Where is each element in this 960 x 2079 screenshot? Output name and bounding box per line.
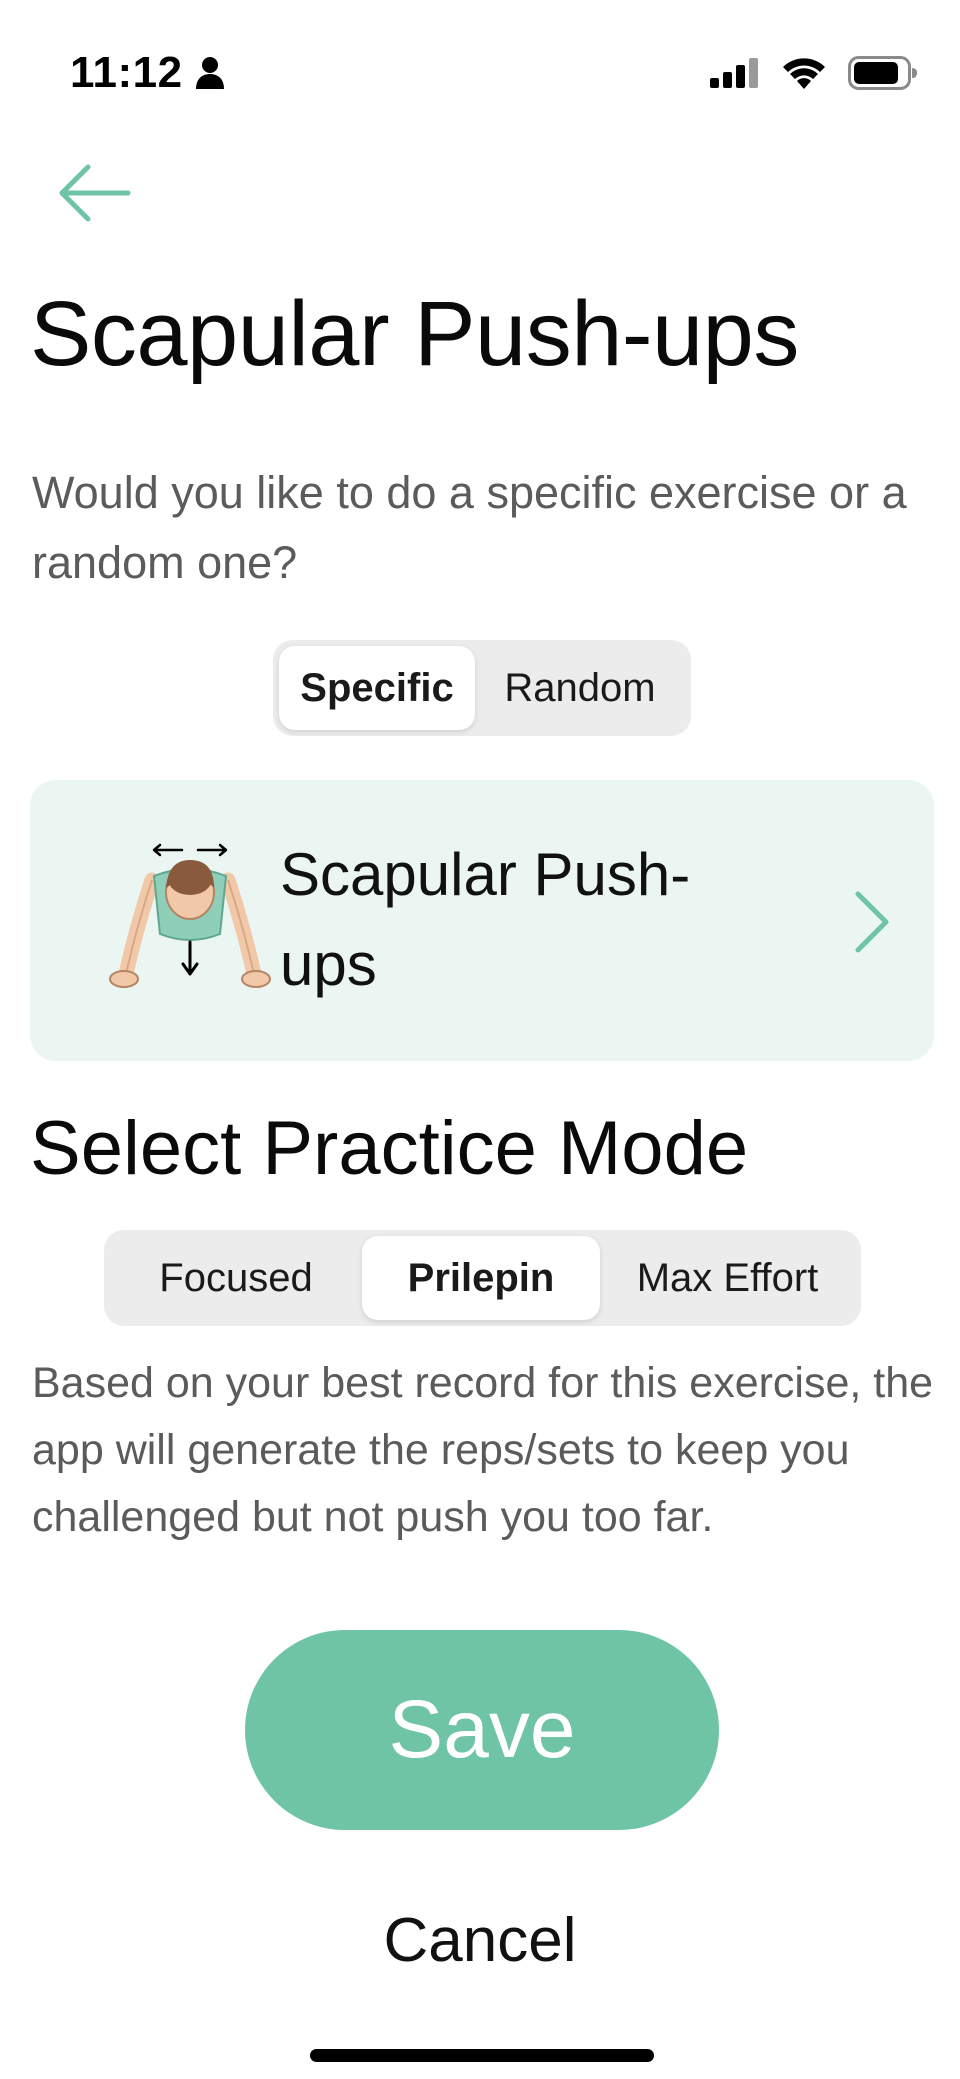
segment-prilepin[interactable]: Prilepin xyxy=(362,1236,600,1320)
scapular-pushup-illustration xyxy=(109,843,271,988)
home-indicator xyxy=(310,2049,654,2062)
back-button[interactable] xyxy=(54,160,134,226)
segment-focused[interactable]: Focused xyxy=(110,1236,362,1320)
wifi-icon xyxy=(783,58,825,89)
battery-icon xyxy=(848,56,917,90)
cancel-button[interactable]: Cancel xyxy=(330,1895,630,1985)
status-time-group: 11:12 xyxy=(70,48,225,98)
status-bar: 11:12 xyxy=(0,0,960,140)
page-title: Scapular Push-ups xyxy=(30,283,799,385)
arrow-left-icon xyxy=(59,164,131,222)
segment-random[interactable]: Random xyxy=(475,646,685,730)
practice-mode-heading: Select Practice Mode xyxy=(30,1106,749,1191)
person-icon xyxy=(195,57,224,89)
practice-mode-description: Based on your best record for this exerc… xyxy=(32,1359,934,1541)
save-button[interactable]: Save xyxy=(245,1630,719,1830)
exercise-card[interactable]: Scapular Push-ups xyxy=(30,780,934,1061)
exercise-name: Scapular Push-ups xyxy=(280,841,691,998)
status-icons xyxy=(710,56,918,90)
segment-max-effort[interactable]: Max Effort xyxy=(600,1236,855,1320)
chevron-right-icon xyxy=(855,891,889,953)
practice-mode-segmented-control: Focused Prilepin Max Effort xyxy=(104,1230,861,1326)
exercise-choice-segmented-control: Specific Random xyxy=(273,640,691,736)
exercise-choice-question: Would you like to do a specific exercise… xyxy=(32,467,907,588)
status-time: 11:12 xyxy=(70,48,183,97)
cellular-signal-icon xyxy=(710,58,758,88)
segment-specific[interactable]: Specific xyxy=(279,646,475,730)
